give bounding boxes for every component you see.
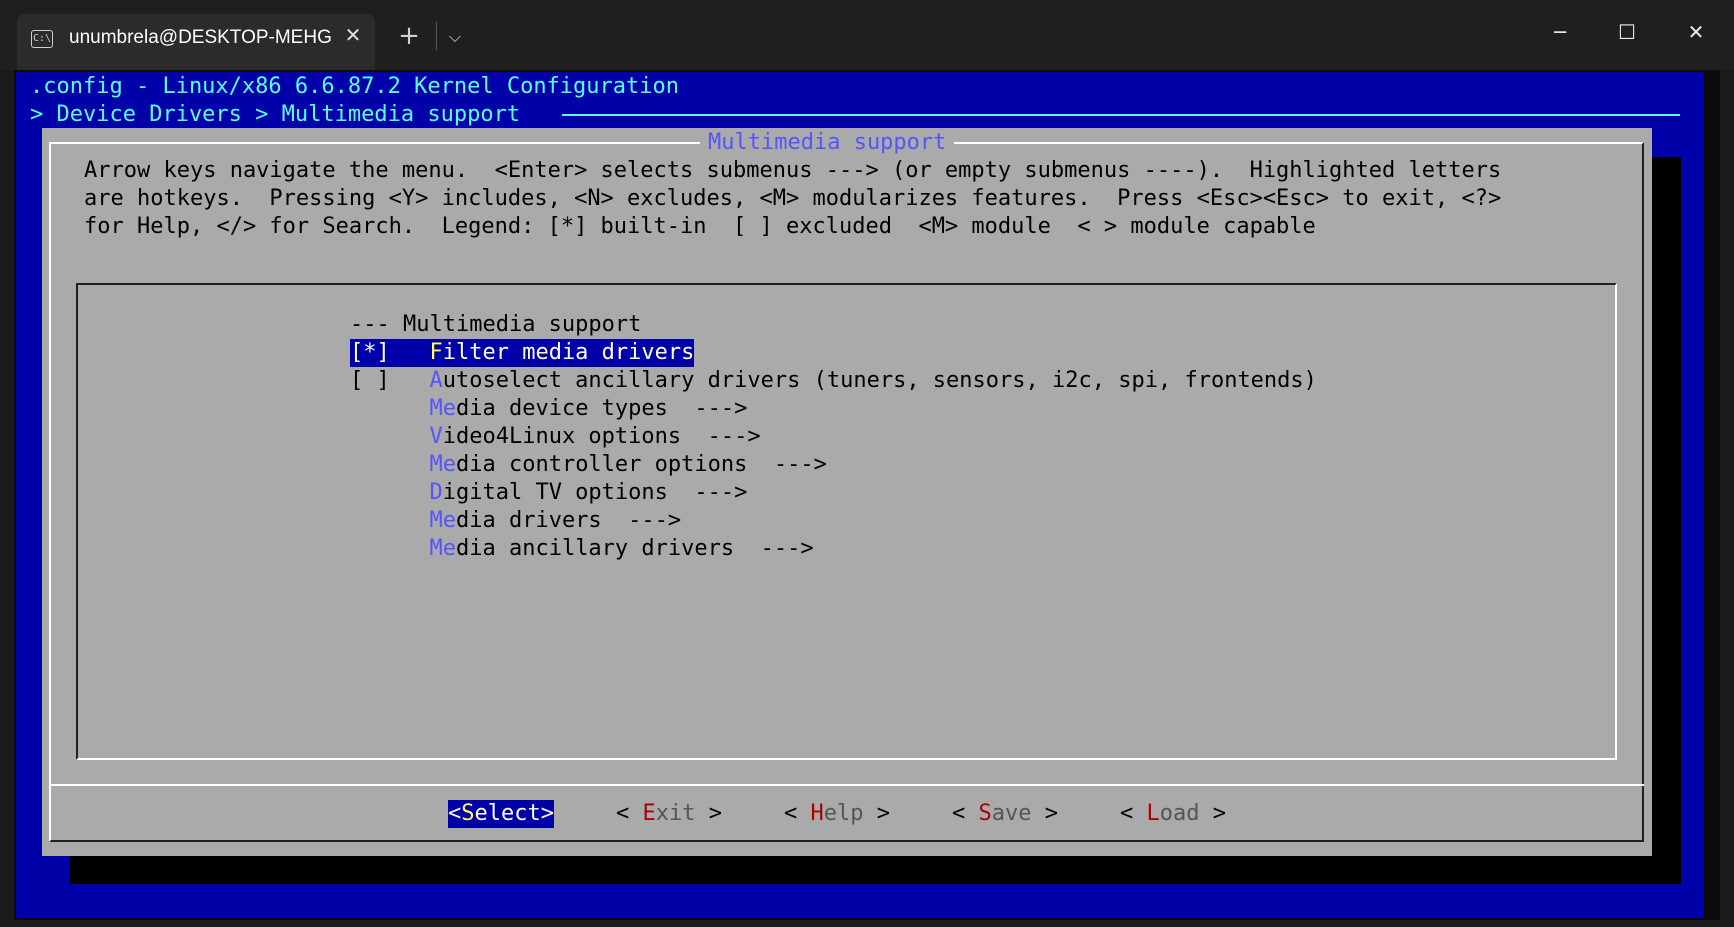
menu-item-label: Multimedia support	[402, 312, 642, 337]
dialog-button-load[interactable]: < Load >	[1120, 800, 1226, 828]
button-open: <	[784, 801, 811, 826]
menu-item-prefix	[350, 480, 429, 505]
terminal-tab[interactable]: C:\ unumbrela@DESKTOP-MEHGI ✕	[17, 14, 375, 70]
button-rest: oad	[1159, 801, 1200, 826]
help-text-line: are hotkeys. Pressing <Y> includes, <N> …	[84, 186, 1502, 211]
dialog-shadow	[1651, 157, 1681, 884]
menu-item-prefix: [*]	[350, 340, 430, 365]
menu-item[interactable]: Video4Linux options --->	[350, 423, 761, 451]
button-rest: xit	[655, 801, 696, 826]
menu-item-label: edia drivers --->	[442, 508, 682, 533]
dialog-title: Multimedia support	[700, 129, 955, 157]
button-close: >	[540, 801, 554, 826]
menu-item-hotkey: F	[429, 340, 443, 365]
menu-item-label: ideo4Linux options --->	[442, 424, 761, 449]
menu-item[interactable]: [*] Filter media drivers	[350, 339, 695, 367]
button-close: >	[1199, 801, 1226, 826]
menu-item-hotkey: M	[429, 452, 443, 477]
button-close: >	[863, 801, 890, 826]
menu-item-prefix	[350, 424, 429, 449]
button-open: <	[448, 801, 462, 826]
button-open: <	[1120, 801, 1147, 826]
menu-item[interactable]: Media device types --->	[350, 395, 747, 423]
config-title: .config - Linux/x86 6.6.87.2 Kernel Conf…	[30, 74, 680, 99]
button-hot: S	[461, 801, 475, 826]
tab-title: unumbrela@DESKTOP-MEHGI	[69, 27, 331, 48]
menu-list	[76, 283, 1617, 760]
button-separator	[49, 784, 1644, 786]
button-hot: H	[810, 801, 824, 826]
menu-item[interactable]: [ ] Autoselect ancillary drivers (tuners…	[350, 367, 1317, 395]
menu-item-prefix	[350, 452, 429, 477]
menu-item-hotkey: A	[429, 368, 443, 393]
menu-item-hotkey: V	[429, 424, 443, 449]
menu-item-prefix	[350, 536, 429, 561]
tab-divider	[436, 22, 437, 50]
dialog-button-exit[interactable]: < Exit >	[616, 800, 722, 828]
menu-item-hotkey: D	[429, 480, 443, 505]
breadcrumb: > Device Drivers > Multimedia support	[30, 102, 521, 127]
chevron-down-icon[interactable]: ⌵	[440, 20, 470, 52]
breadcrumb-rule	[562, 114, 1680, 116]
menu-item[interactable]: --- Multimedia support	[350, 311, 641, 339]
button-hot: L	[1146, 801, 1160, 826]
close-window-button[interactable]: ✕	[1673, 12, 1719, 52]
minimize-button[interactable]: ─	[1537, 12, 1583, 52]
button-close: >	[695, 801, 722, 826]
new-tab-button[interactable]: +	[393, 20, 425, 52]
menu-item-prefix	[350, 508, 429, 533]
dialog-button-help[interactable]: < Help >	[784, 800, 890, 828]
menu-item-prefix: [ ]	[350, 368, 430, 393]
button-rest: elect	[474, 801, 541, 826]
menu-item-label: utoselect ancillary drivers (tuners, sen…	[442, 368, 1317, 393]
button-close: >	[1031, 801, 1058, 826]
close-tab-icon[interactable]: ✕	[341, 23, 365, 49]
button-rest: ave	[991, 801, 1032, 826]
menu-item-label: edia controller options --->	[442, 452, 827, 477]
title-bar: C:\ unumbrela@DESKTOP-MEHGI ✕ + ⌵ ─ ☐ ✕	[0, 0, 1734, 70]
menu-item-prefix: ---	[350, 312, 403, 337]
menu-item-hotkey: M	[429, 396, 443, 421]
menu-item[interactable]: Media ancillary drivers --->	[350, 535, 814, 563]
help-text-line: for Help, </> for Search. Legend: [*] bu…	[84, 214, 1316, 239]
menu-item-prefix	[350, 396, 429, 421]
menu-item-label: edia device types --->	[442, 396, 748, 421]
menu-item-hotkey: M	[429, 536, 443, 561]
menu-item-label: ilter media drivers	[442, 340, 695, 365]
dialog-button-save[interactable]: < Save >	[952, 800, 1058, 828]
button-rest: elp	[823, 801, 864, 826]
dialog-button-select[interactable]: <Select>	[448, 800, 554, 828]
menu-item-hotkey: M	[429, 508, 443, 533]
menu-item[interactable]: Digital TV options --->	[350, 479, 747, 507]
menu-item[interactable]: Media drivers --->	[350, 507, 681, 535]
help-text-line: Arrow keys navigate the menu. <Enter> se…	[84, 158, 1502, 183]
maximize-button[interactable]: ☐	[1604, 12, 1650, 52]
menu-item[interactable]: Media controller options --->	[350, 451, 827, 479]
button-open: <	[952, 801, 979, 826]
button-hot: S	[978, 801, 992, 826]
menu-item-label: edia ancillary drivers --->	[442, 536, 814, 561]
button-open: <	[616, 801, 643, 826]
command-prompt-icon: C:\	[31, 30, 53, 48]
button-hot: E	[642, 801, 656, 826]
dialog-shadow	[70, 856, 1681, 884]
menu-item-label: igital TV options --->	[442, 480, 748, 505]
